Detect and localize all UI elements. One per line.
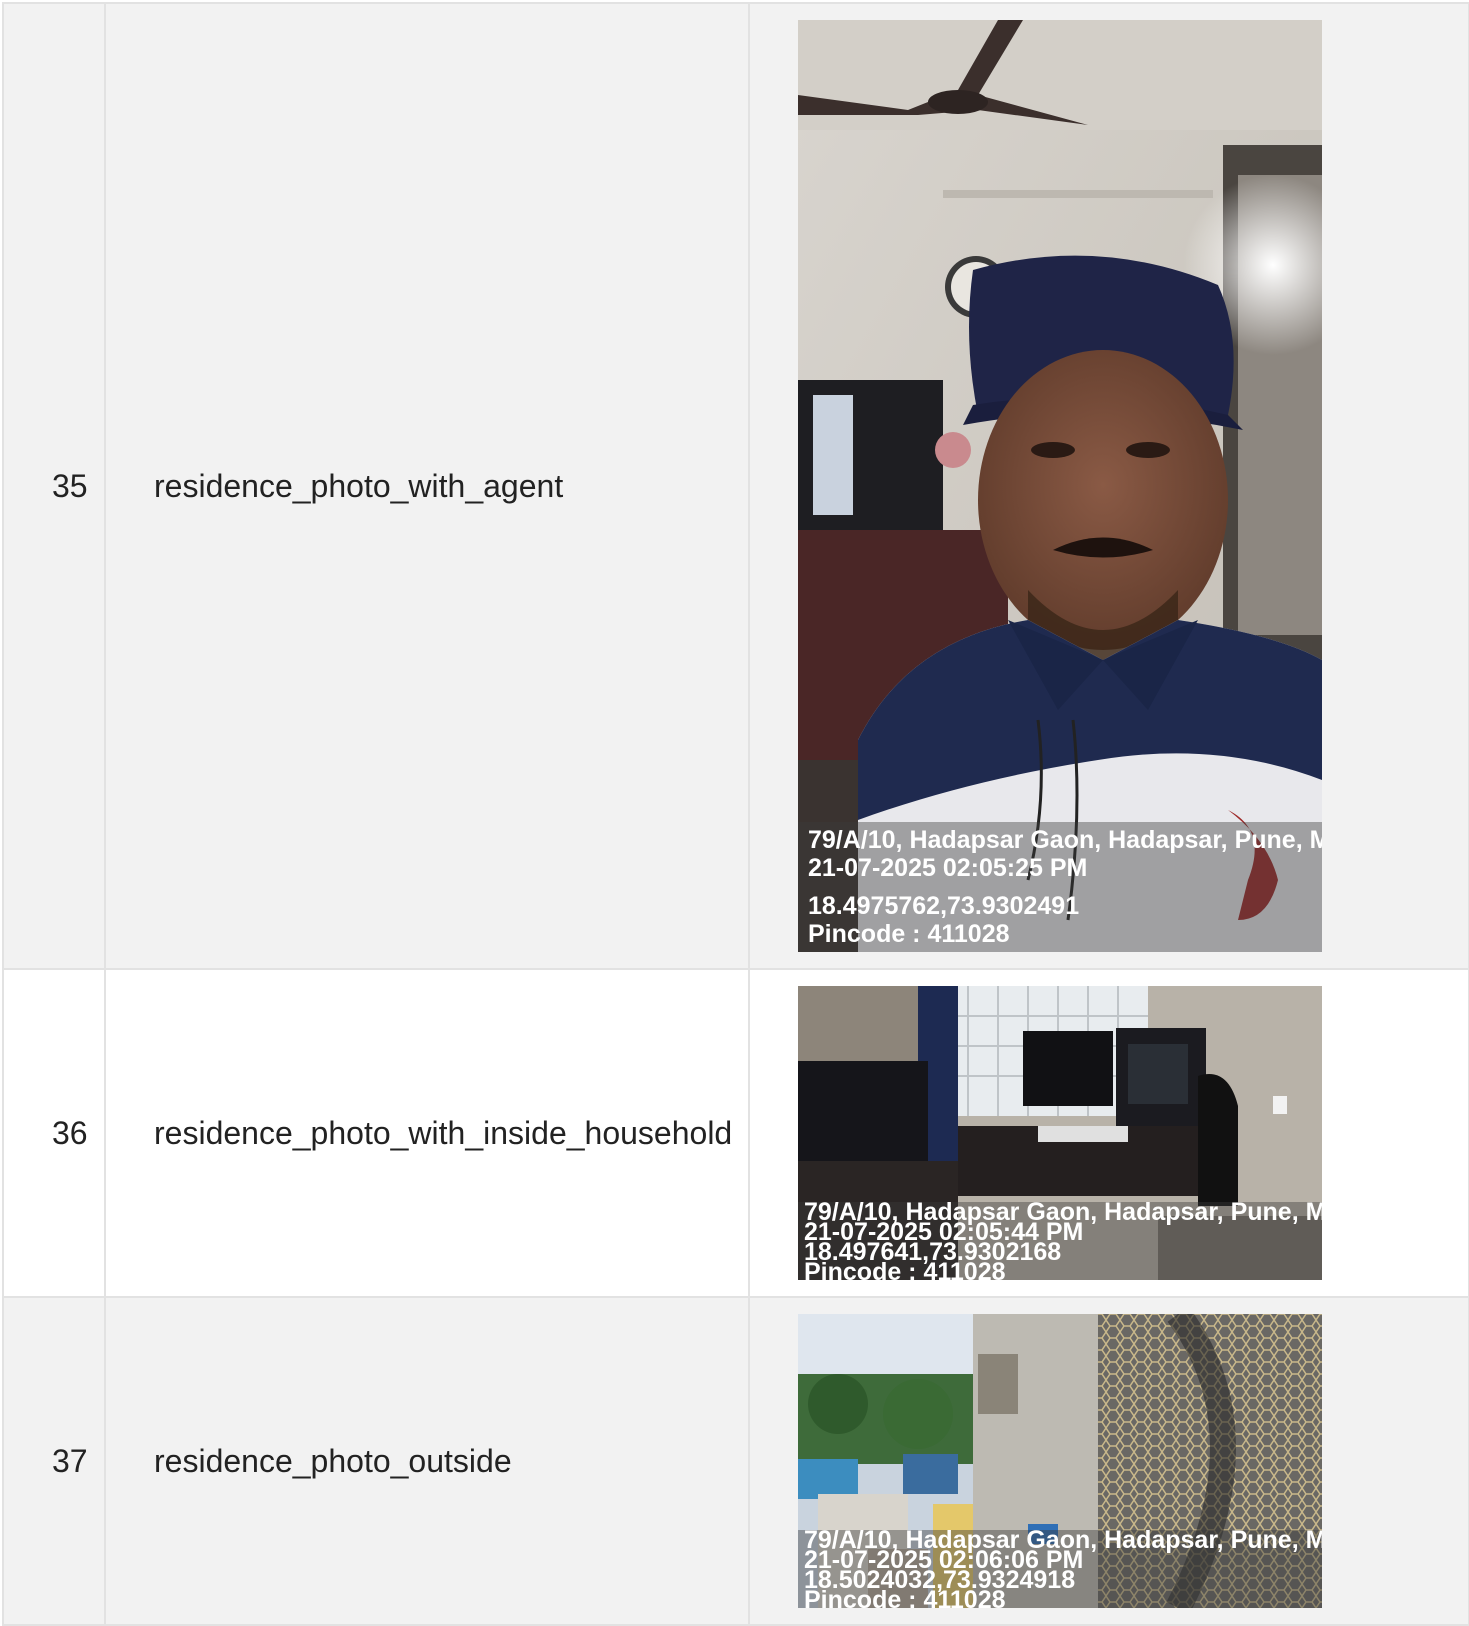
- photo-cell: 79/A/10, Hadapsar Gaon, Hadapsar, Pune, …: [748, 968, 1469, 1298]
- photo-stamp: 79/A/10, Hadapsar Gaon, Hadapsar, Pune, …: [798, 1202, 1322, 1280]
- row-label: residence_photo_with_inside_household: [104, 968, 750, 1298]
- row-label: residence_photo_with_agent: [104, 2, 750, 970]
- row-index: 35: [2, 2, 106, 970]
- selfie-photo-scene: [798, 20, 1322, 952]
- row-label: residence_photo_outside: [104, 1296, 750, 1626]
- photo-stamp: 79/A/10, Hadapsar Gaon, Hadapsar, Pune, …: [798, 1530, 1322, 1608]
- outdoor-photo-icon[interactable]: 79/A/10, Hadapsar Gaon, Hadapsar, Pune, …: [798, 1314, 1322, 1608]
- table-row: 37 residence_photo_outside 79/A/10, Hada…: [2, 1296, 1469, 1626]
- photo-stamp: 79/A/10, Hadapsar Gaon, Hadapsar, Pune, …: [798, 822, 1322, 952]
- row-index: 37: [2, 1296, 106, 1626]
- stamp-address: 79/A/10, Hadapsar Gaon, Hadapsar, Pune, …: [808, 826, 1322, 854]
- stamp-pincode: Pincode : 411028: [804, 1258, 1006, 1281]
- photo-cell: 79/A/10, Hadapsar Gaon, Hadapsar, Pune, …: [748, 1296, 1469, 1626]
- selfie-photo-icon[interactable]: 79/A/10, Hadapsar Gaon, Hadapsar, Pune, …: [798, 20, 1322, 952]
- stamp-coordinates: 18.4975762,73.9302491: [808, 892, 1080, 920]
- stamp-pincode: Pincode : 411028: [808, 920, 1010, 948]
- table-row: 35 residence_photo_with_agent 79/A/10, H…: [2, 2, 1469, 970]
- row-index: 36: [2, 968, 106, 1298]
- table-row: 36 residence_photo_with_inside_household: [2, 968, 1469, 1298]
- photo-cell: 79/A/10, Hadapsar Gaon, Hadapsar, Pune, …: [748, 2, 1469, 970]
- room-photo-icon[interactable]: 79/A/10, Hadapsar Gaon, Hadapsar, Pune, …: [798, 986, 1322, 1280]
- photo-table: 35 residence_photo_with_agent 79/A/10, H…: [2, 2, 1469, 1626]
- stamp-datetime: 21-07-2025 02:05:25 PM: [808, 854, 1088, 882]
